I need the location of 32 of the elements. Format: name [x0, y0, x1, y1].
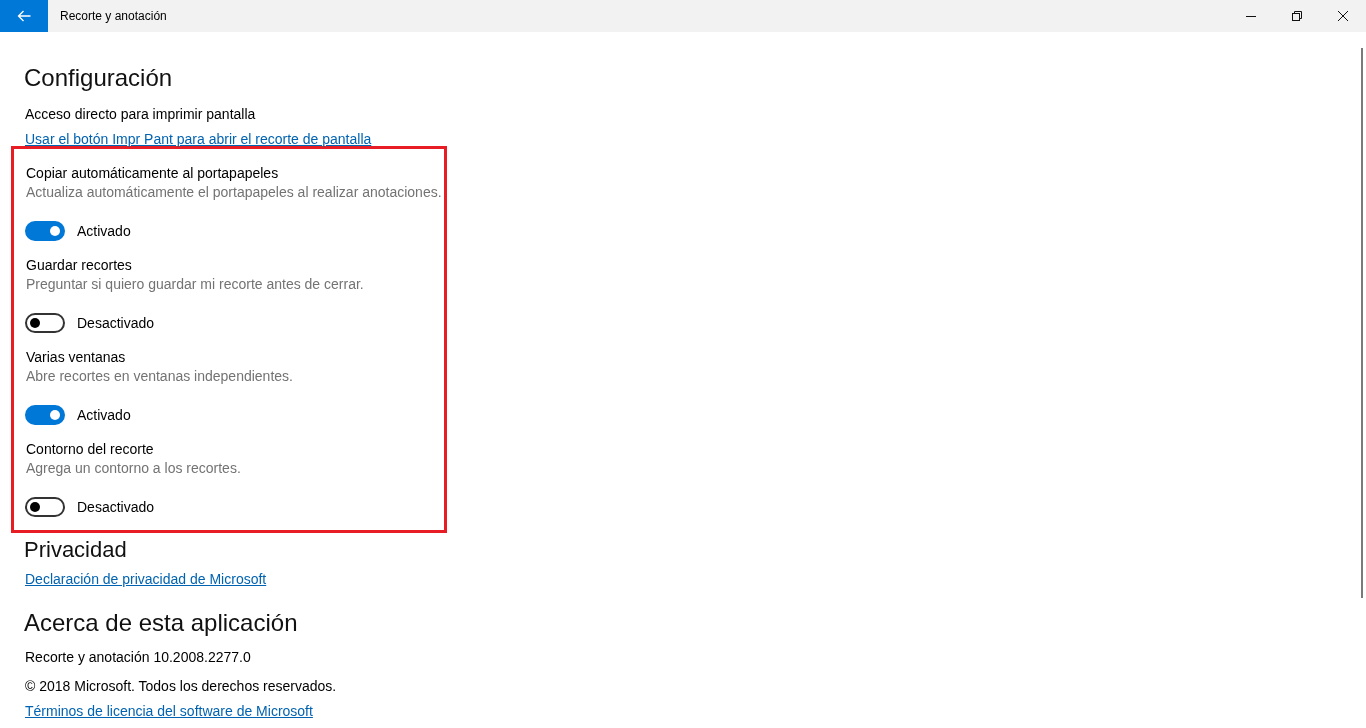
print-screen-link[interactable]: Usar el botón Impr Pant para abrir el recorte de pantalla [24, 129, 372, 149]
back-arrow-icon [17, 10, 31, 22]
back-button[interactable] [0, 0, 48, 32]
version-text: Recorte y anotación 10.2008.2277.0 [24, 648, 251, 667]
license-link[interactable]: Términos de licencia del software de Microsoft [24, 701, 313, 721]
toggle-state-label: Desactivado [77, 314, 155, 333]
setting-description: Actualiza automáticamente el portapapeles al realizar anotaciones. [25, 183, 442, 202]
toggle-switch[interactable] [25, 313, 65, 333]
toggle-state-label: Desactivado [77, 498, 155, 517]
setting-description: Agrega un contorno a los recortes. [25, 459, 241, 478]
privacy-link[interactable]: Declaración de privacidad de Microsoft [24, 569, 267, 589]
setting-title: Copiar automáticamente al portapapeles [25, 164, 279, 183]
scrollbar-thumb[interactable] [1361, 48, 1363, 598]
setting-title: Varias ventanas [25, 348, 126, 367]
restore-icon [1292, 11, 1302, 21]
minimize-icon [1246, 15, 1256, 17]
section-heading: Privacidad [24, 536, 127, 564]
toggle-state-label: Activado [77, 222, 131, 241]
copyright-text: © 2018 Microsoft. Todos los derechos reservados. [24, 677, 337, 696]
close-icon [1338, 11, 1348, 21]
section-heading: Acerca de esta aplicación [24, 608, 298, 638]
setting-title: Guardar recortes [25, 256, 132, 275]
section-heading: Configuración [24, 63, 173, 93]
setting-description: Preguntar si quiero guardar mi recorte antes de cerrar. [25, 275, 364, 294]
window-title: Recorte y anotación [60, 9, 167, 23]
setting-label: Acceso directo para imprimir pantalla [24, 105, 256, 124]
setting-description: Abre recortes en ventanas independientes. [25, 367, 293, 386]
toggle-switch[interactable] [25, 405, 65, 425]
toggle-state-label: Activado [77, 406, 131, 425]
setting-title: Contorno del recorte [25, 440, 154, 459]
toggle-switch[interactable] [25, 221, 65, 241]
toggle-switch[interactable] [25, 497, 65, 517]
